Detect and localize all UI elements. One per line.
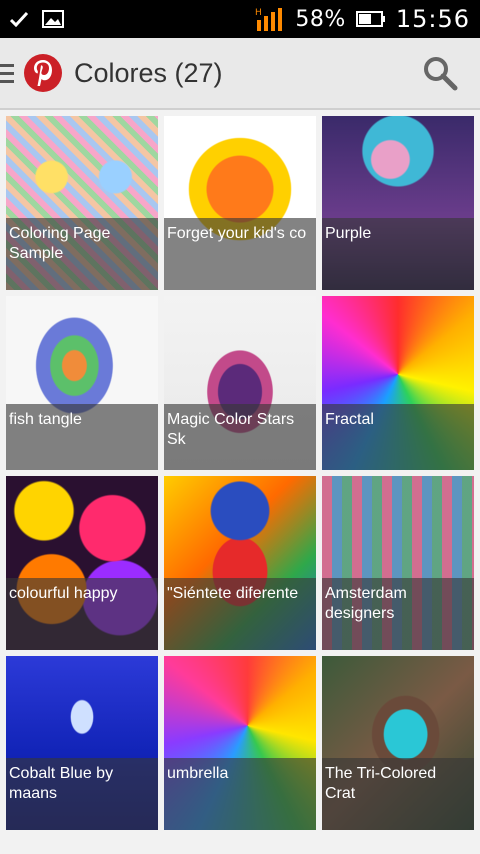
- board-label: Purple: [322, 218, 474, 290]
- board-label: Amsterdam designers: [322, 578, 474, 650]
- board-tile[interactable]: fish tangle: [6, 296, 158, 470]
- check-icon: [10, 11, 28, 27]
- board-label: colourful happy: [6, 578, 158, 650]
- board-label: The Tri-Colored Crat: [322, 758, 474, 830]
- battery-icon: [355, 11, 385, 27]
- board-tile[interactable]: colourful happy: [6, 476, 158, 650]
- clock: 15:56: [395, 5, 470, 33]
- board-tile[interactable]: "Siéntete diferente: [164, 476, 316, 650]
- board-tile[interactable]: umbrella: [164, 656, 316, 830]
- pinterest-logo-icon[interactable]: [24, 54, 62, 92]
- board-grid: Coloring Page Sample Forget your kid's c…: [6, 116, 474, 830]
- search-icon[interactable]: [422, 55, 458, 91]
- svg-text:H: H: [255, 8, 262, 18]
- board-tile[interactable]: The Tri-Colored Crat: [322, 656, 474, 830]
- board-label: Magic Color Stars Sk: [164, 404, 316, 470]
- board-tile[interactable]: Coloring Page Sample: [6, 116, 158, 290]
- signal-icon: H: [255, 8, 283, 31]
- board-label: umbrella: [164, 758, 316, 830]
- menu-icon[interactable]: [0, 63, 16, 83]
- board-tile[interactable]: Fractal: [322, 296, 474, 470]
- board-label: fish tangle: [6, 404, 158, 470]
- board-tile[interactable]: Amsterdam designers: [322, 476, 474, 650]
- board-label: Forget your kid's co: [164, 218, 316, 290]
- page-title: Colores (27): [74, 57, 223, 88]
- board-label: "Siéntete diferente: [164, 578, 316, 650]
- battery-percent: 58%: [295, 6, 346, 32]
- status-bar: H 58% 15:56: [0, 0, 480, 38]
- board-label: Cobalt Blue by maans: [6, 758, 158, 830]
- board-tile[interactable]: Forget your kid's co: [164, 116, 316, 290]
- app-bar: Colores (27): [0, 38, 480, 110]
- board-label: Fractal: [322, 404, 474, 470]
- board-tile[interactable]: Magic Color Stars Sk: [164, 296, 316, 470]
- board-tile[interactable]: Cobalt Blue by maans: [6, 656, 158, 830]
- image-icon: [42, 10, 64, 28]
- board-tile[interactable]: Purple: [322, 116, 474, 290]
- board-label: Coloring Page Sample: [6, 218, 158, 290]
